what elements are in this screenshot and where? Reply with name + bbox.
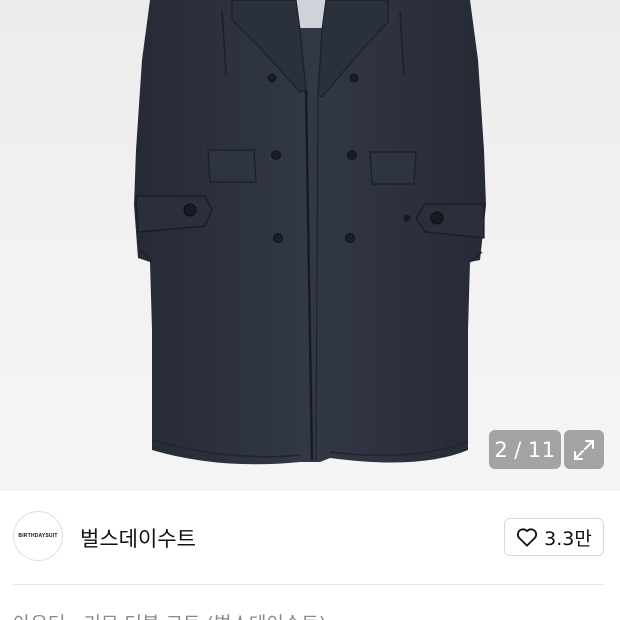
product-image-coat — [134, 0, 486, 465]
heart-outline-icon — [517, 528, 538, 547]
like-button[interactable]: 3.3만 — [504, 518, 604, 556]
brand-logo-text: BIRTHDAYSUIT — [18, 533, 58, 539]
like-count: 3.3만 — [544, 527, 592, 550]
expand-image-button[interactable] — [564, 430, 604, 469]
brand-name[interactable]: 벌스데이수트 — [80, 523, 196, 553]
section-divider — [13, 584, 604, 585]
image-counter-current: 2 — [494, 437, 509, 462]
image-counter-total: 11 — [527, 437, 556, 462]
image-counter-separator: / — [514, 437, 522, 462]
image-counter: 2 / 11 — [489, 430, 561, 469]
product-title: 아우터 · 기모 더블 코트 (벌스데이수트) — [13, 609, 326, 620]
brand-logo[interactable]: BIRTHDAYSUIT — [13, 511, 63, 561]
product-image-gallery[interactable]: 2 / 11 — [0, 0, 620, 491]
expand-arrows-icon — [574, 439, 594, 460]
product-detail-page: 2 / 11 BIRTHDAYSUIT 벌스데이수트 3.3만 아우터 · 기모… — [0, 0, 620, 620]
